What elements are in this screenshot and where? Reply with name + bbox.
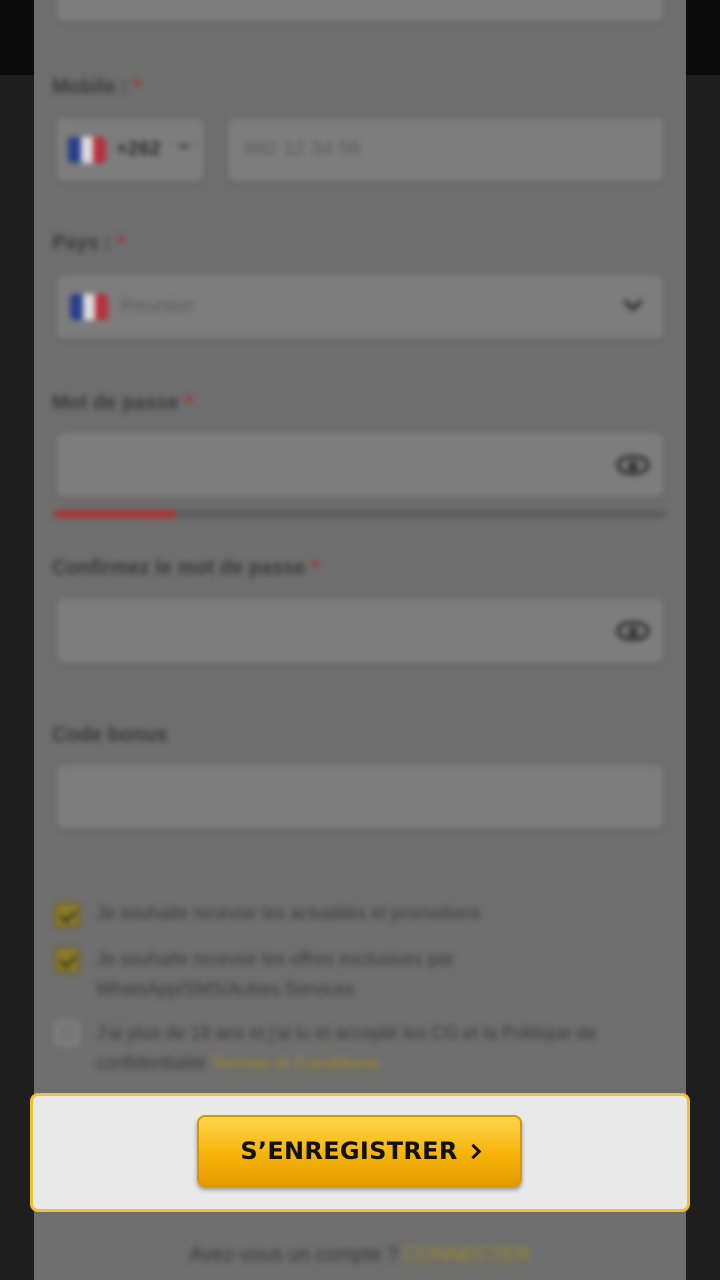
eye-icon[interactable] — [616, 621, 650, 641]
offers-checkbox-label: Je souhaite recevoir les offres exclusiv… — [96, 949, 454, 999]
country-select[interactable]: Reunion — [56, 275, 664, 339]
country-value: Reunion — [120, 295, 195, 317]
terms-link[interactable]: Termes et Conditions — [211, 1053, 380, 1073]
confirm-password-input[interactable] — [56, 599, 664, 663]
password-strength-fill — [54, 510, 177, 518]
mobile-placeholder: 692 12 34 56 — [244, 138, 361, 160]
mobile-label: Mobile : * — [52, 76, 142, 98]
country-label: Pays : * — [52, 232, 125, 254]
news-checkbox[interactable] — [54, 902, 80, 928]
login-link[interactable]: CONNECTER — [404, 1244, 531, 1266]
country-code-value: +262 — [116, 138, 162, 160]
previous-field[interactable] — [56, 0, 664, 22]
register-button[interactable]: S’ENREGISTRER — [197, 1115, 522, 1187]
france-flag-icon — [68, 137, 106, 163]
eye-icon[interactable] — [616, 455, 650, 475]
terms-checkbox-label: J'ai plus de 18 ans et j'ai lu et accept… — [96, 1023, 597, 1073]
offers-checkbox[interactable] — [54, 947, 80, 973]
login-prompt: Avez-vous un compte ? CONNECTER — [189, 1244, 531, 1266]
password-input[interactable] — [56, 433, 664, 497]
chevron-down-icon — [623, 292, 643, 312]
bonus-code-input[interactable] — [56, 765, 664, 829]
confirm-password-label: Confirmez le mot de passe * — [52, 557, 320, 579]
news-checkbox-label: Je souhaite recevoir les actualités et p… — [96, 903, 481, 923]
password-label: Mot de passe * — [52, 392, 193, 414]
france-flag-icon — [70, 294, 108, 320]
chevron-down-icon — [178, 138, 190, 150]
dimmed-form: Mobile : * +262 692 12 34 56 Pays : * Reun… — [0, 0, 720, 1280]
register-button-label: S’ENREGISTRER — [240, 1137, 458, 1165]
bonus-code-label: Code bonus — [52, 724, 168, 746]
mobile-input[interactable]: 692 12 34 56 — [228, 118, 664, 182]
chevron-right-icon — [465, 1143, 481, 1159]
country-code-select[interactable]: +262 — [56, 118, 204, 182]
terms-checkbox[interactable] — [54, 1020, 80, 1046]
